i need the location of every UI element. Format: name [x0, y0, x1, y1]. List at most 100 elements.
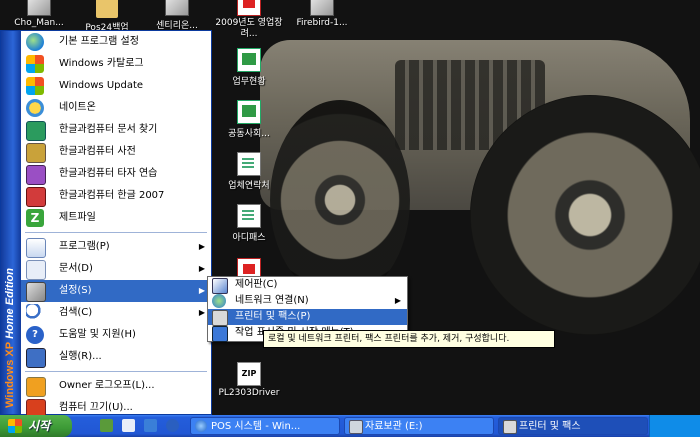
desktop-icon-label: PL2303Driver [218, 388, 280, 398]
menu-item-label: 설정(S) [59, 285, 92, 296]
menu-separator [25, 371, 207, 372]
ie-icon [195, 420, 207, 432]
menu-item-settings[interactable]: 설정(S) ▶ [21, 280, 211, 302]
menu-item-label: 프로그램(P) [59, 241, 110, 252]
nateon-icon [26, 99, 44, 117]
document-icon [237, 152, 261, 176]
menu-item-label: 컴퓨터 끄기(U)... [59, 402, 133, 413]
start-menu-edition-stripe: Windows XP Home Edition [1, 31, 21, 414]
menu-item-default-programs[interactable]: 기본 프로그램 설정 [21, 31, 211, 53]
control-panel-icon [212, 278, 228, 294]
desktop-icon[interactable]: 아디패스 [212, 204, 286, 243]
submenu-item-printers-faxes[interactable]: 프린터 및 팩스(P) [208, 309, 407, 326]
settings-icon [26, 282, 46, 302]
start-button[interactable]: 시작 [0, 415, 72, 437]
menu-item-logoff[interactable]: Owner 로그오프(L)... [21, 375, 211, 397]
run-icon [26, 348, 46, 368]
menu-item-label: 도움말 및 지원(H) [59, 329, 136, 340]
hancom-typing-icon [26, 165, 46, 185]
app-icon [310, 0, 334, 16]
pdf-icon [237, 0, 261, 16]
desktop-icon-label: 아디패스 [232, 233, 266, 243]
zip-icon: ZIP [237, 362, 261, 386]
drive-icon [349, 420, 363, 434]
menu-item-run[interactable]: 실행(R)... [21, 346, 211, 368]
start-menu-items: 기본 프로그램 설정 Windows 카탈로그 Windows Update 네… [21, 31, 211, 419]
menu-item-label: Windows Update [59, 80, 144, 91]
quick-launch-desktop-icon[interactable] [144, 419, 157, 432]
submenu-item-network-connections[interactable]: 네트워크 연결(N) ▶ [208, 293, 407, 309]
document-icon [237, 204, 261, 228]
desktop-icon-label: 공동사회... [228, 129, 270, 139]
desktop-icon[interactable]: 업체연락처 [212, 152, 286, 191]
app-icon [27, 0, 51, 16]
submenu-arrow-icon: ▶ [198, 242, 205, 251]
menu-item-help[interactable]: ? 도움말 및 지원(H) [21, 324, 211, 346]
desktop-icon[interactable]: Cho_Man... [2, 0, 76, 28]
menu-item-label: 한글과컴퓨터 한글 2007 [59, 190, 165, 201]
app-icon [165, 0, 189, 16]
start-menu: Windows XP Home Edition 기본 프로그램 설정 Windo… [0, 30, 212, 419]
menu-item-nateon[interactable]: 네이트온 [21, 97, 211, 119]
printers-faxes-icon [503, 420, 517, 434]
submenu-item-control-panel[interactable]: 제어판(C) [208, 277, 407, 294]
quick-launch-shield-icon[interactable] [100, 419, 113, 432]
menu-item-search[interactable]: 검색(C) ▶ [21, 302, 211, 324]
edition-suffix: Home Edition [4, 268, 16, 340]
system-tray [649, 415, 700, 437]
network-connections-icon [212, 294, 226, 308]
menu-item-windows-update[interactable]: Windows Update [21, 75, 211, 97]
desktop-icon[interactable]: 센티리온... [140, 0, 214, 31]
windows-flag-icon [8, 419, 22, 433]
wallpaper-front-wheel [270, 100, 410, 300]
menu-item-programs[interactable]: 프로그램(P) ▶ [21, 236, 211, 258]
desktop-icon[interactable]: ZIP PL2303Driver [212, 362, 286, 398]
menu-item-zetfile[interactable]: Z 제트파일 [21, 207, 211, 229]
menu-item-windows-catalog[interactable]: Windows 카탈로그 [21, 53, 211, 75]
submenu-arrow-icon: ▶ [198, 286, 205, 295]
desktop-icon[interactable]: 공동사회... [212, 100, 286, 139]
submenu-item-label: 제어판(C) [235, 279, 278, 290]
desktop-icon-label: 업무현황 [232, 77, 266, 87]
submenu-item-label: 프린터 및 팩스(P) [235, 311, 311, 322]
printers-faxes-icon [212, 310, 228, 326]
programs-icon [26, 238, 46, 258]
desktop-icon-label: Firebird-1... [296, 18, 348, 28]
quick-launch-ie-icon[interactable] [166, 419, 179, 432]
menu-item-hangul-2007[interactable]: 한글과컴퓨터 한글 2007 [21, 185, 211, 207]
menu-item-documents[interactable]: 문서(D) ▶ [21, 258, 211, 280]
desktop-icon[interactable]: 업무현황 [212, 48, 286, 87]
menu-item-label: 실행(R)... [59, 351, 102, 362]
desktop-icon[interactable]: Firebird-1... [285, 0, 359, 28]
edition-text: Windows XP [4, 342, 16, 408]
windows-catalog-icon [26, 55, 44, 73]
submenu-arrow-icon: ▶ [394, 296, 401, 305]
menu-item-label: 한글과컴퓨터 문서 찾기 [59, 124, 158, 135]
logoff-icon [26, 377, 46, 397]
hancom-find-icon [26, 121, 46, 141]
taskbar-button-pos-system[interactable]: POS 시스템 - Win... [190, 417, 340, 435]
help-icon: ? [26, 326, 44, 344]
taskbar-button-label: POS 시스템 - Win... [211, 421, 301, 432]
menu-item-label: 기본 프로그램 설정 [59, 36, 139, 47]
menu-item-hancom-dictionary[interactable]: 한글과컴퓨터 사전 [21, 141, 211, 163]
printers-faxes-tooltip: 로컬 및 네트워크 프린터, 팩스 프린터를 추가, 제거, 구성합니다. [263, 330, 555, 348]
desktop-icon[interactable]: 2009년도 영업장려... [212, 0, 286, 40]
windows-update-icon [26, 77, 44, 95]
desktop-icon[interactable]: Pos24백업 [70, 0, 144, 33]
menu-item-label: 검색(C) [59, 307, 93, 318]
taskbar-button-printers-faxes[interactable]: 프린터 및 팩스 [498, 417, 648, 435]
quick-launch-document-icon[interactable] [122, 419, 135, 432]
wallpaper-rear-wheel [470, 95, 700, 335]
start-button-label: 시작 [28, 419, 51, 433]
taskbar-button-label: 자료보관 (E:) [365, 421, 423, 432]
menu-item-hancom-typing[interactable]: 한글과컴퓨터 타자 연습 [21, 163, 211, 185]
menu-item-label: Owner 로그오프(L)... [59, 380, 155, 391]
menu-item-label: 제트파일 [59, 212, 96, 223]
default-programs-icon [26, 33, 44, 51]
documents-icon [26, 260, 46, 280]
menu-item-hancom-find[interactable]: 한글과컴퓨터 문서 찾기 [21, 119, 211, 141]
menu-item-label: 한글과컴퓨터 사전 [59, 146, 136, 157]
taskbar-button-drive-e[interactable]: 자료보관 (E:) [344, 417, 494, 435]
taskbar: 시작 POS 시스템 - Win... 자료보관 (E:) 프린터 및 팩스 [0, 415, 700, 437]
